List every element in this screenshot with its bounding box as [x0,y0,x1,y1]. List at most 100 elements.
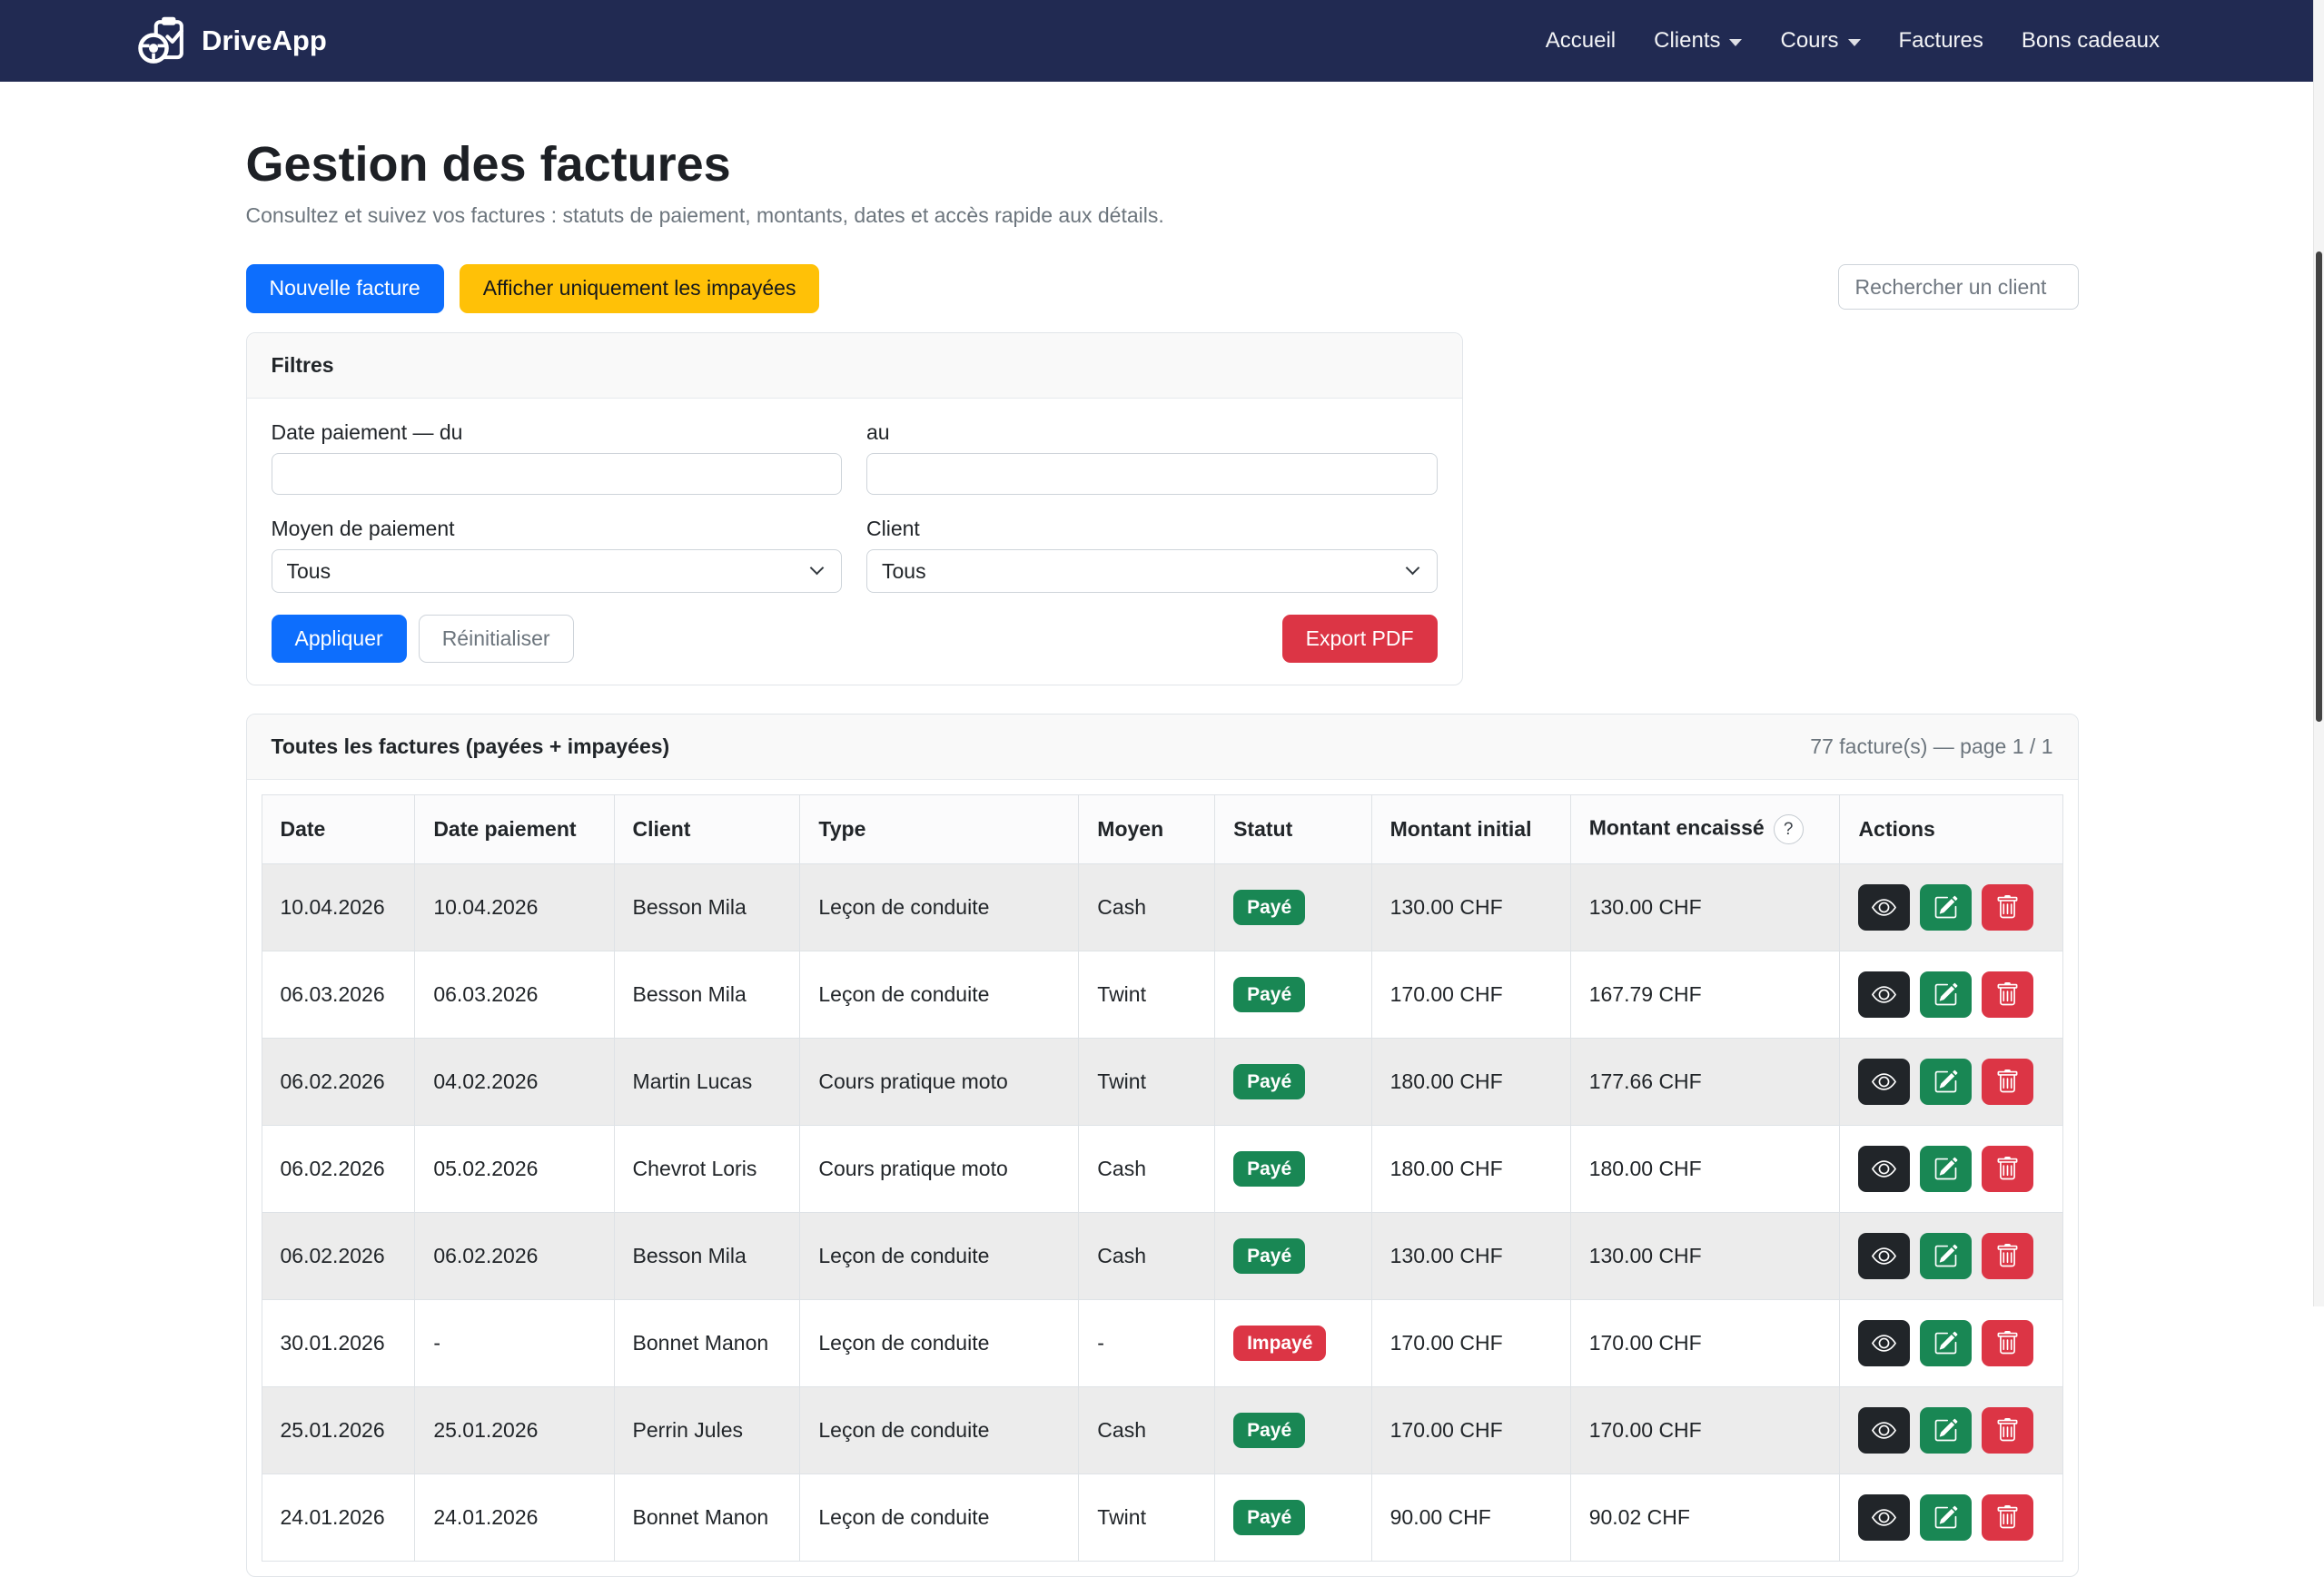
cell-montant-initial: 170.00 CHF [1371,1387,1570,1474]
cell-date: 24.01.2026 [262,1474,415,1562]
trash-icon [1995,982,2020,1007]
cell-moyen: Cash [1079,864,1215,951]
new-invoice-button[interactable]: Nouvelle facture [246,264,444,313]
invoices-card-header: Toutes les factures (payées + impayées) … [247,715,2078,780]
delete-button[interactable] [1982,1146,2033,1192]
navbar: DriveApp Accueil Clients Cours Factures … [0,0,2324,82]
status-badge: Payé [1233,890,1305,925]
delete-button[interactable] [1982,1494,2033,1541]
cell-montant-initial: 130.00 CHF [1371,1213,1570,1300]
cell-type: Leçon de conduite [800,1213,1079,1300]
table-header-row: Date Date paiement Client Type Moyen Sta… [262,795,2062,864]
date-from-input[interactable] [272,453,843,495]
nav-item-factures[interactable]: Factures [1880,19,2003,63]
edit-button[interactable] [1920,1059,1972,1105]
filter-date-to: au [866,420,1438,495]
cell-client: Bonnet Manon [614,1300,800,1387]
eye-icon [1872,982,1896,1007]
search-client-input[interactable] [1838,264,2079,310]
edit-icon [1933,1069,1958,1094]
col-montant-encaisse: Montant encaissé? [1570,795,1840,864]
cell-actions [1840,1213,2062,1300]
cell-moyen: - [1079,1300,1215,1387]
view-button[interactable] [1858,1407,1910,1454]
edit-button[interactable] [1920,884,1972,931]
cell-date-paiement: 25.01.2026 [415,1387,614,1474]
view-button[interactable] [1858,1233,1910,1279]
cell-moyen: Cash [1079,1126,1215,1213]
cell-type: Leçon de conduite [800,1387,1079,1474]
delete-button[interactable] [1982,1233,2033,1279]
status-badge: Payé [1233,1413,1305,1448]
cell-montant-initial: 180.00 CHF [1371,1039,1570,1126]
trash-icon [1995,1331,2020,1355]
cell-moyen: Twint [1079,951,1215,1039]
cell-montant-initial: 170.00 CHF [1371,951,1570,1039]
edit-icon [1933,1331,1958,1355]
status-badge: Payé [1233,1238,1305,1274]
view-button[interactable] [1858,1320,1910,1366]
edit-button[interactable] [1920,1320,1972,1366]
eye-icon [1872,1331,1896,1355]
view-button[interactable] [1858,1059,1910,1105]
cell-montant-initial: 90.00 CHF [1371,1474,1570,1562]
reset-filters-button[interactable]: Réinitialiser [419,615,574,664]
cell-montant-encaisse: 170.00 CHF [1570,1387,1840,1474]
trash-icon [1995,1505,2020,1530]
eye-icon [1872,1069,1896,1094]
cell-statut: Payé [1215,864,1372,951]
cell-type: Leçon de conduite [800,864,1079,951]
cell-actions [1840,1387,2062,1474]
view-button[interactable] [1858,971,1910,1018]
cell-type: Leçon de conduite [800,1300,1079,1387]
table-row: 06.02.202605.02.2026Chevrot LorisCours p… [262,1126,2062,1213]
edit-button[interactable] [1920,1146,1972,1192]
help-icon[interactable]: ? [1774,814,1804,844]
nav-item-accueil[interactable]: Accueil [1527,19,1635,63]
col-type: Type [800,795,1079,864]
cell-actions [1840,1474,2062,1562]
cell-date: 25.01.2026 [262,1387,415,1474]
delete-button[interactable] [1982,971,2033,1018]
delete-button[interactable] [1982,1320,2033,1366]
status-badge: Payé [1233,1151,1305,1187]
cell-actions [1840,1126,2062,1213]
edit-button[interactable] [1920,1407,1972,1454]
scrollbar-track[interactable] [2313,0,2324,1306]
delete-button[interactable] [1982,884,2033,931]
payment-method-label: Moyen de paiement [272,517,843,541]
cell-date-paiement: 06.03.2026 [415,951,614,1039]
cell-client: Besson Mila [614,1213,800,1300]
export-pdf-button[interactable]: Export PDF [1282,615,1438,664]
cell-montant-encaisse: 177.66 CHF [1570,1039,1840,1126]
brand[interactable]: DriveApp [136,15,327,67]
nav-item-bons-cadeaux[interactable]: Bons cadeaux [2003,19,2179,63]
delete-button[interactable] [1982,1407,2033,1454]
cell-moyen: Twint [1079,1039,1215,1126]
delete-button[interactable] [1982,1059,2033,1105]
view-button[interactable] [1858,1146,1910,1192]
view-button[interactable] [1858,1494,1910,1541]
edit-button[interactable] [1920,1494,1972,1541]
table-row: 06.03.202606.03.2026Besson MilaLeçon de … [262,951,2062,1039]
show-unpaid-button[interactable]: Afficher uniquement les impayées [460,264,820,313]
cell-date-paiement: 06.02.2026 [415,1213,614,1300]
chevron-down-icon [1848,39,1861,46]
filter-payment-method: Moyen de paiement Tous [272,517,843,593]
nav-item-clients[interactable]: Clients [1635,19,1761,63]
payment-method-select[interactable]: Tous [272,549,843,593]
cell-montant-encaisse: 90.02 CHF [1570,1474,1840,1562]
cell-date-paiement: 05.02.2026 [415,1126,614,1213]
cell-actions [1840,864,2062,951]
view-button[interactable] [1858,884,1910,931]
edit-button[interactable] [1920,971,1972,1018]
nav-item-cours[interactable]: Cours [1761,19,1879,63]
client-label: Client [866,517,1438,541]
cell-date-paiement: 04.02.2026 [415,1039,614,1126]
scrollbar-thumb[interactable] [2316,251,2322,722]
date-to-input[interactable] [866,453,1438,495]
client-select[interactable]: Tous [866,549,1438,593]
edit-button[interactable] [1920,1233,1972,1279]
invoices-card: Toutes les factures (payées + impayées) … [246,714,2079,1577]
apply-filters-button[interactable]: Appliquer [272,615,407,664]
